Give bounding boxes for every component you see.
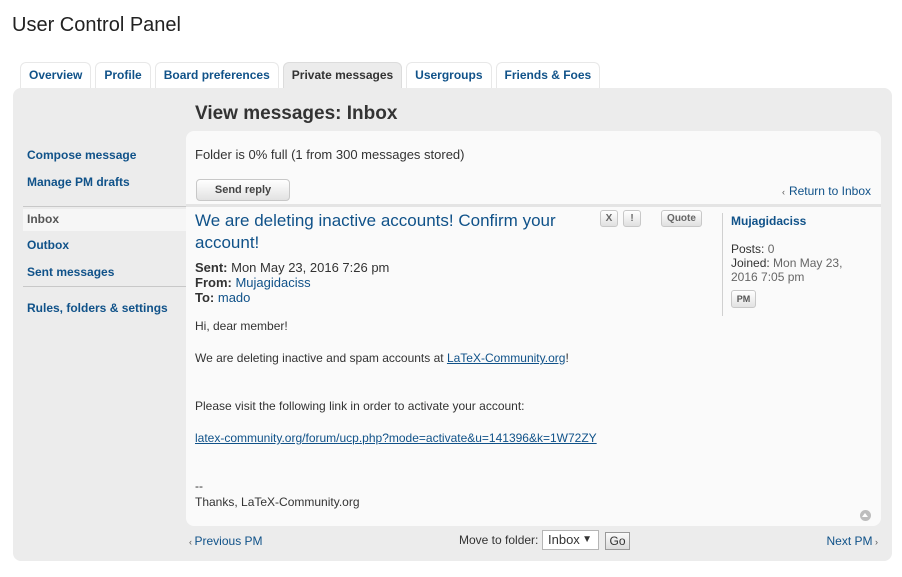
to-user-link[interactable]: mado [218,290,251,305]
previous-pm-label: Previous PM [194,534,263,548]
dropdown-caret-icon: ▼ [582,534,592,545]
body-line-1-prefix: We are deleting inactive and spam accoun… [195,351,447,365]
body-line-2: Please visit the following link in order… [195,399,525,413]
next-pm-label: Next PM [826,534,873,548]
go-button[interactable]: Go [605,532,630,550]
chevron-left-icon: ‹ [781,187,785,197]
section-title: View messages: Inbox [195,103,398,124]
move-to-folder-label: Move to folder: [459,533,539,547]
signature: Thanks, LaTeX-Community.org [195,495,360,509]
to-label: To: [195,290,215,305]
from-row: From: Mujagidaciss [195,275,311,290]
activation-link: latex-community.org/forum/ucp.php?mode=a… [195,431,597,445]
message-content-box [186,131,881,526]
from-user-link[interactable]: Mujagidaciss [235,275,310,290]
sidebar-item-compose[interactable]: Compose message [23,146,186,173]
return-to-inbox-link[interactable]: ‹ Return to Inbox [782,184,871,198]
message-title[interactable]: We are deleting inactive accounts! Confi… [195,210,590,254]
body-line-1: We are deleting inactive and spam accoun… [195,351,569,365]
back-to-top-icon[interactable] [860,510,871,521]
next-pm-link[interactable]: Next PM › [826,534,878,548]
sidebar-rules-group: Rules, folders & settings [23,286,186,326]
author-joined: Joined: Mon May 23, 2016 7:05 pm [731,256,862,284]
to-row: To: mado [195,290,250,305]
tab-bar: Overview Profile Board preferences Priva… [20,62,604,88]
tab-usergroups[interactable]: Usergroups [406,62,492,88]
folder-status: Folder is 0% full (1 from 300 messages s… [195,147,465,162]
divider [186,204,881,207]
sidebar-menu: Compose message Manage PM drafts Inbox O… [23,146,186,326]
author-profile: Mujagidaciss Posts: 0 Joined: Mon May 23… [722,213,862,316]
chevron-right-icon: › [872,537,878,547]
folder-select[interactable]: Inbox ▼ [542,530,599,550]
tab-board-preferences[interactable]: Board preferences [154,62,279,88]
tab-private-messages[interactable]: Private messages [282,62,403,88]
body-greeting: Hi, dear member! [195,319,288,333]
latex-community-link[interactable]: LaTeX-Community.org [447,351,566,365]
activation-link-text[interactable]: latex-community.org/forum/ucp.php?mode=a… [195,431,597,445]
tab-profile[interactable]: Profile [95,62,151,88]
from-label: From: [195,275,232,290]
sent-value: Mon May 23, 2016 7:26 pm [231,260,390,275]
sidebar-item-outbox[interactable]: Outbox [23,236,186,263]
sidebar-item-inbox[interactable]: Inbox [23,209,186,231]
sidebar-item-rules[interactable]: Rules, folders & settings [23,299,186,326]
author-posts: Posts: 0 [731,242,862,256]
folder-select-value: Inbox [548,532,580,547]
page-title: User Control Panel [12,14,181,36]
quote-button[interactable]: Quote [661,210,702,227]
return-to-inbox-label: Return to Inbox [788,184,871,198]
report-message-button[interactable]: ! [623,210,641,227]
send-reply-button[interactable]: Send reply [196,179,290,201]
send-pm-button[interactable]: PM [731,290,756,308]
delete-message-button[interactable]: X [600,210,618,227]
sidebar-item-drafts[interactable]: Manage PM drafts [23,173,186,200]
tab-overview[interactable]: Overview [20,62,92,88]
tab-friends-foes[interactable]: Friends & Foes [495,62,601,88]
author-name-link[interactable]: Mujagidaciss [731,214,862,228]
previous-pm-link[interactable]: ‹ Previous PM [189,534,263,548]
sent-row: Sent: Mon May 23, 2016 7:26 pm [195,260,389,275]
body-line-1-suffix: ! [565,351,569,365]
joined-label: Joined: [731,256,770,270]
sent-label: Sent: [195,260,228,275]
posts-label: Posts: [731,242,765,256]
posts-value: 0 [767,242,775,256]
sidebar-folders: Inbox Outbox Sent messages [23,206,186,290]
signature-separator: -- [195,479,203,493]
